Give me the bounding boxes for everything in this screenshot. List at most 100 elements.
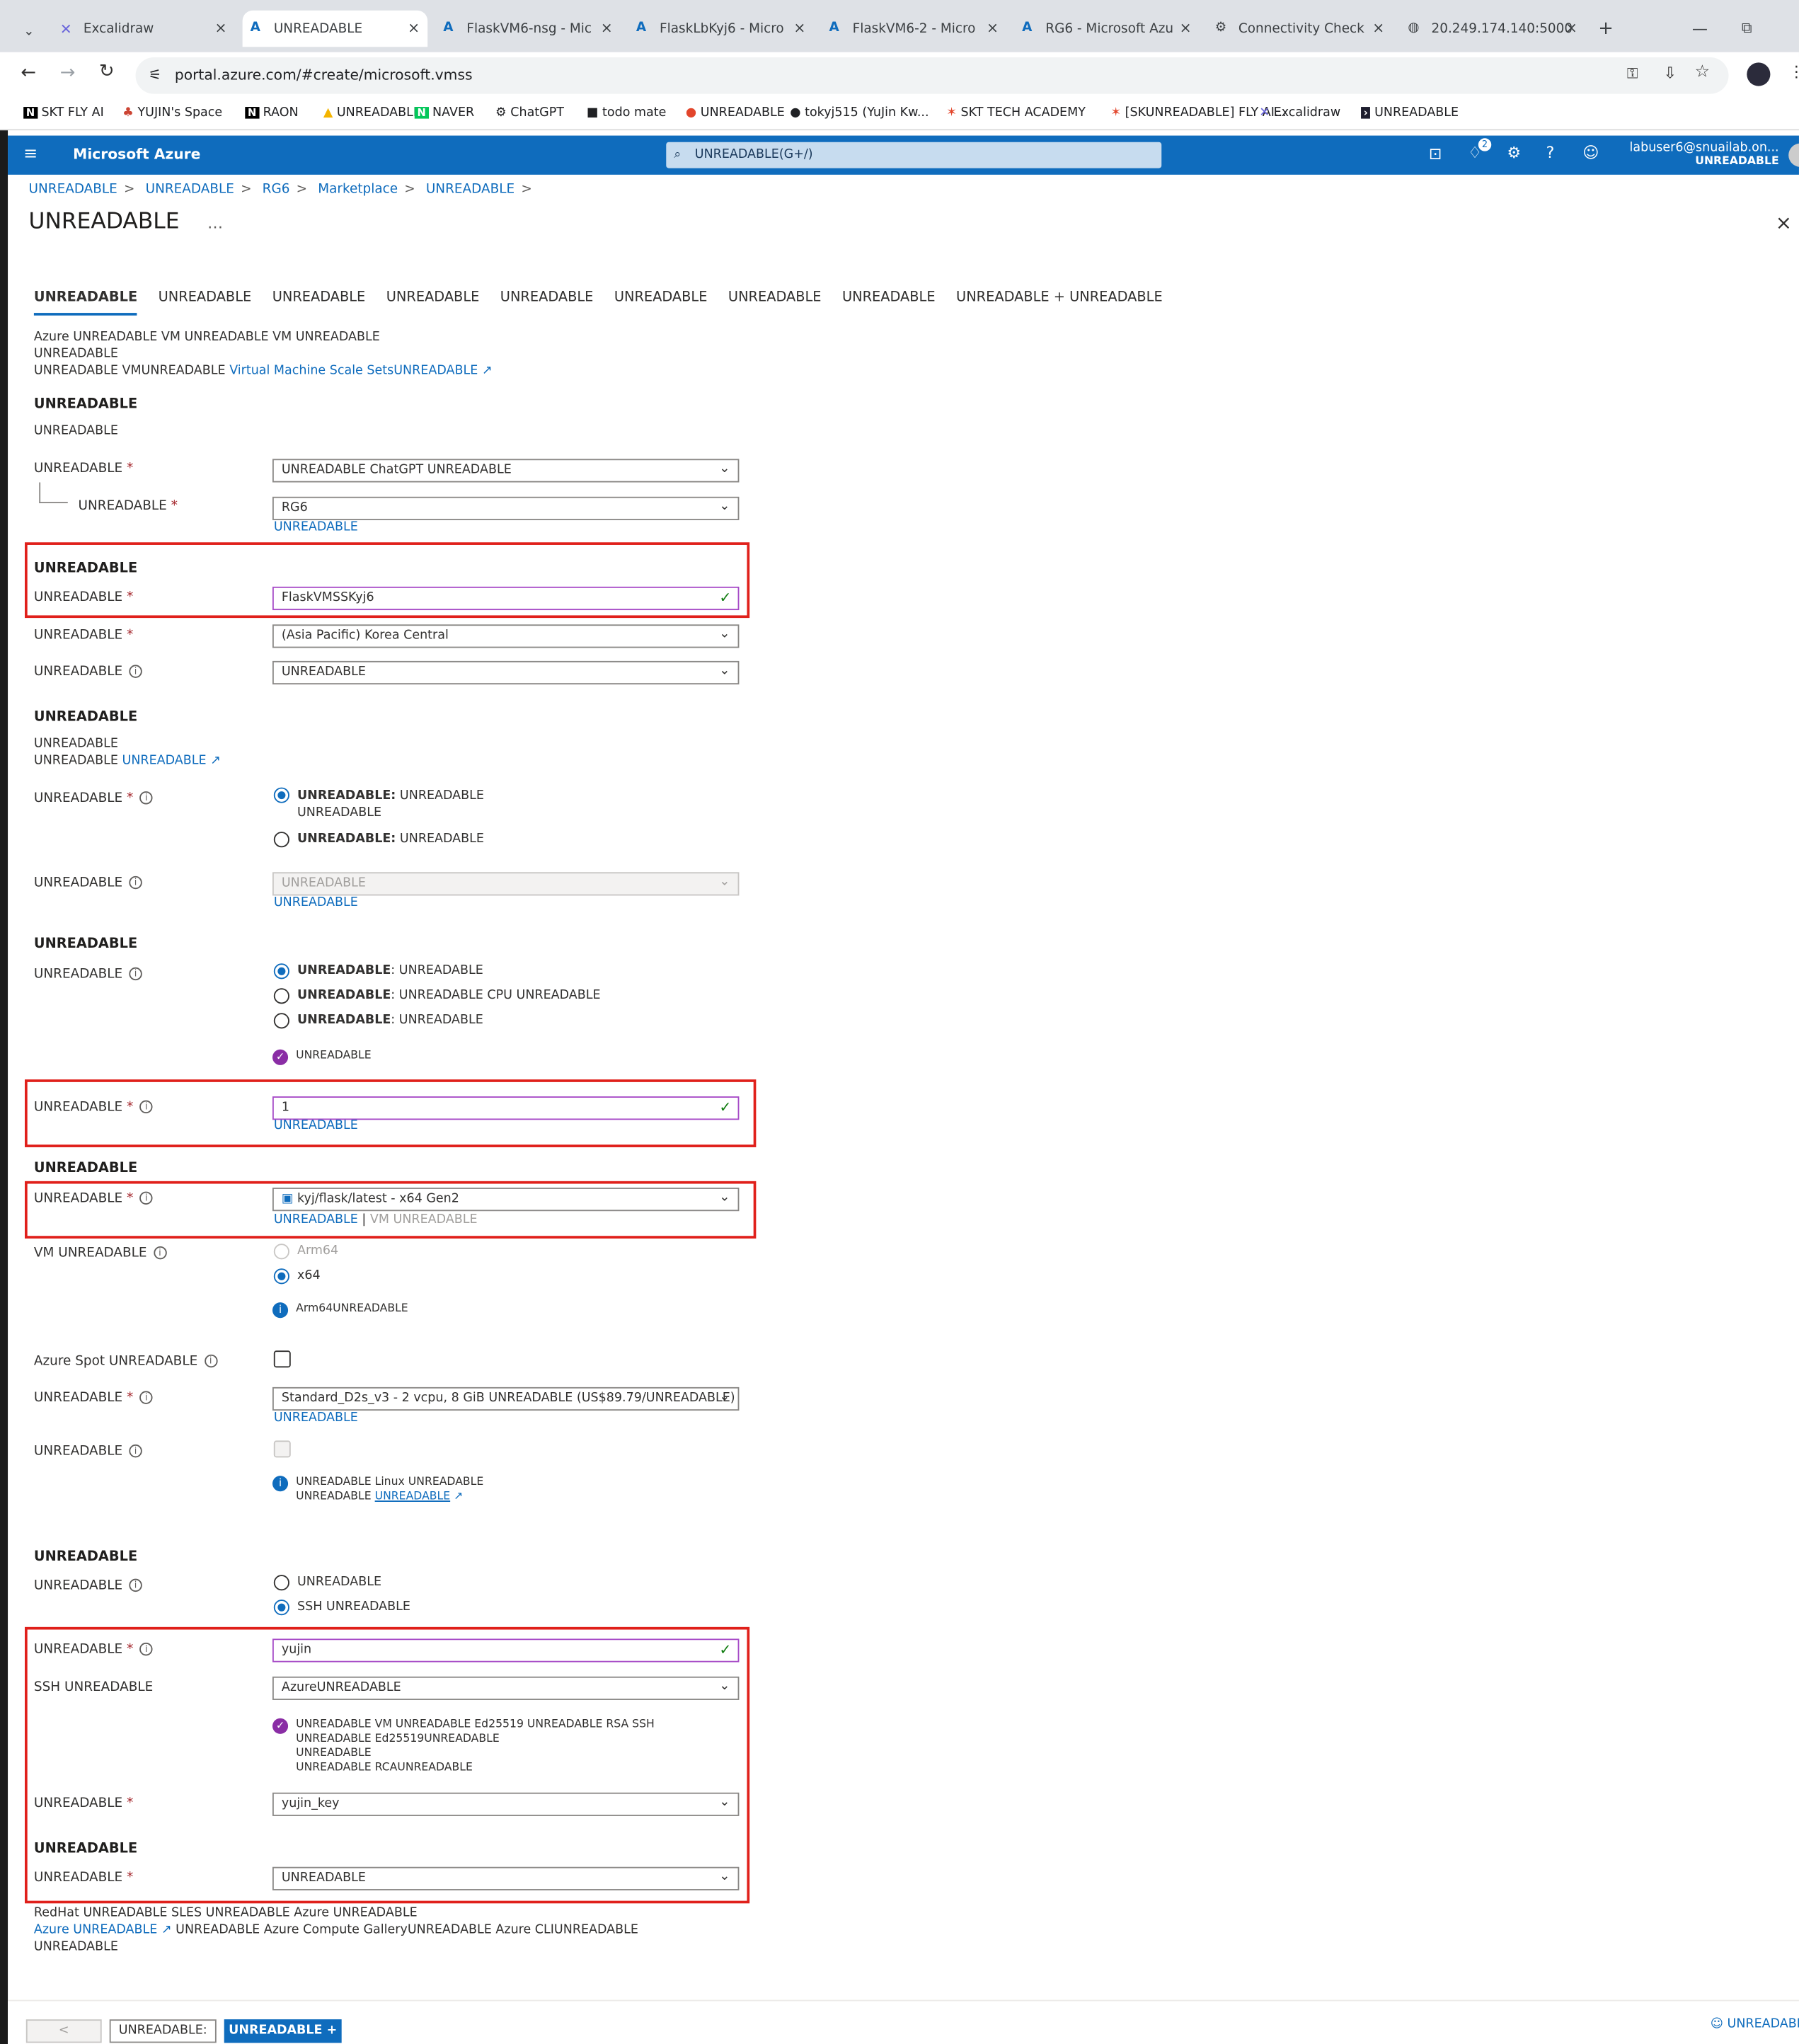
breadcrumb-item[interactable]: UNREADABLE [29,183,117,197]
info-icon[interactable]: i [153,1246,167,1260]
restore-button[interactable]: ⧉ [1734,11,1760,47]
bookmark-item[interactable]: ■ todo mate [587,105,666,120]
bookmark-item[interactable]: ▲ UNREADABLE [323,105,421,120]
feedback-link[interactable]: ☺ UNREADABLE [1711,2017,1799,2031]
close-icon[interactable]: × [1180,20,1192,37]
star-icon[interactable]: ☆ [1695,62,1710,82]
tab-advanced[interactable]: UNREADABLE [728,289,822,316]
info-icon[interactable]: i [129,1444,142,1458]
tab-rg6[interactable]: A RG6 - Microsoft Azu × [1014,11,1200,47]
next-button[interactable]: UNREADABLE: UNREADABLE > [109,2019,217,2043]
tab-spot[interactable]: UNREADABLE [159,289,252,316]
info-icon[interactable]: i [139,791,153,805]
tab-basics[interactable]: UNREADABLE [33,289,138,316]
info-icon[interactable]: i [139,1100,153,1114]
tab-ip[interactable]: ◍ 20.249.174.140:5000 × [1400,11,1585,47]
breadcrumb-item[interactable]: UNREADABLE [426,183,515,197]
tab-tags[interactable]: UNREADABLE [842,289,936,316]
configure-scaling-link[interactable]: UNREADABLE [274,1118,358,1135]
bookmark-item[interactable]: ● UNREADABLE [686,105,785,120]
bookmark-item[interactable]: N RAON [245,105,299,120]
bookmark-item[interactable]: › UNREADABLE [1361,105,1459,120]
forward-icon[interactable]: → [60,62,76,83]
info-icon[interactable]: i [129,1578,142,1592]
info-icon[interactable]: i [139,1391,153,1404]
account-menu[interactable]: labuser6@snuailab.on... UNREADABLE [1630,141,1779,170]
region-select[interactable]: (Asia Pacific) Korea Central ⌄ [272,624,740,648]
close-blade-icon[interactable]: × [1776,211,1792,234]
minimize-button[interactable]: — [1684,11,1711,47]
new-tab-button[interactable]: + [1590,11,1616,47]
tab-excalidraw[interactable]: ✕ Excalidraw × [52,11,235,47]
tab-search-button[interactable]: ⌄ [16,13,45,50]
instance-count-input[interactable]: 1 ✓ [272,1096,740,1120]
cloud-shell-icon[interactable]: ⊡ [1429,144,1442,163]
tab-lb[interactable]: A FlaskLbKyj6 - Micro × [628,11,814,47]
bookmark-item[interactable]: N NAVER [414,105,474,120]
auth-ssh-radio[interactable]: SSH UNREADABLE [273,1600,410,1616]
stored-key-select[interactable]: yujin_key ⌄ [272,1792,740,1816]
learn-more-link[interactable]: UNREADABLE [375,1490,451,1503]
back-icon[interactable]: ← [21,62,36,83]
bookmark-item[interactable]: ⚙ ChatGPT [495,105,564,120]
close-icon[interactable]: × [793,20,805,37]
ssh-key-source-select[interactable]: AzureUNREADABLE ⌄ [272,1676,740,1700]
global-search-input[interactable]: ⌕ UNREADABLE(G+/) [666,142,1162,168]
resource-group-select[interactable]: RG6 ⌄ [272,496,740,520]
configure-vm-generation-link[interactable]: VM UNREADABLE [370,1212,478,1227]
info-icon[interactable]: i [129,875,142,890]
url-input[interactable]: ⚟ portal.azure.com/#create/microsoft.vmss [135,57,1729,94]
bookmark-item[interactable]: ♣ YUJIN's Space [122,105,222,120]
see-all-images-link[interactable]: UNREADABLE [274,1212,358,1227]
spot-checkbox[interactable] [273,1350,291,1368]
tab-vmss-create[interactable]: A UNREADABLE × [242,10,428,47]
info-icon[interactable]: i [139,1642,153,1656]
avatar[interactable] [1788,143,1799,167]
arch-x64-radio[interactable]: x64 [273,1268,321,1285]
tab-disks[interactable]: UNREADABLE [272,289,366,316]
azure-brand[interactable]: Microsoft Azure [73,146,200,163]
auth-password-radio[interactable]: UNREADABLE [273,1575,381,1591]
previous-button[interactable]: < UNREADABLE [25,2019,102,2043]
scaling-none-radio[interactable]: UNREADABLE: UNREADABLE [273,1013,483,1029]
install-icon[interactable]: ⇩ [1663,64,1677,82]
bookmark-item[interactable]: ✶ SKT TECH ACADEMY [946,105,1086,120]
feedback-icon[interactable]: ☺ [1582,144,1599,162]
review-create-button[interactable]: UNREADABLE + UNREADABLE [224,2019,342,2043]
tab-networking[interactable]: UNREADABLE [386,289,480,316]
tab-nsg[interactable]: A FlaskVM6-nsg - Mic × [435,11,621,47]
breadcrumb-item[interactable]: Marketplace [318,183,398,197]
info-icon[interactable]: i [129,665,142,678]
close-icon[interactable]: × [987,20,999,37]
learn-more-link[interactable]: Azure UNREADABLE [34,1923,157,1937]
size-select[interactable]: Standard_D2s_v3 - 2 vcpu, 8 GiB UNREADAB… [272,1386,740,1411]
learn-more-link[interactable]: UNREADABLE [122,754,207,768]
availability-zone-select[interactable]: UNREADABLE ⌄ [272,660,740,685]
scaling-autoscale-radio[interactable]: UNREADABLE: UNREADABLE CPU UNREADABLE [273,988,601,1004]
gear-icon[interactable]: ⚙ [1507,144,1521,162]
tab-review-create[interactable]: UNREADABLE + UNREADABLE [956,289,1163,316]
close-icon[interactable]: × [215,20,227,37]
key-icon[interactable]: ⚿ [1627,65,1638,84]
see-all-sizes-link[interactable]: UNREADABLE [274,1409,358,1426]
menu-icon[interactable]: ⋮ [1788,62,1799,81]
hamburger-icon[interactable]: ≡ [23,144,38,164]
vmss-name-input[interactable]: FlaskVMSSKyj6 ✓ [272,586,740,611]
help-icon[interactable]: ? [1546,144,1555,162]
license-type-select[interactable]: UNREADABLE ⌄ [272,1866,740,1890]
configure-security-link[interactable]: UNREADABLE [274,895,358,912]
close-icon[interactable]: × [1372,20,1384,37]
image-select[interactable]: ▣ kyj/flask/latest - x64 Gen2 ⌄ [272,1188,740,1212]
subscription-select[interactable]: UNREADABLE ChatGPT UNREADABLE ⌄ [272,459,740,483]
more-icon[interactable]: … [207,214,223,232]
tab-connectivity[interactable]: ⚙ Connectivity Check × [1207,11,1393,47]
reload-icon[interactable]: ↻ [99,62,115,82]
orchestration-flexible-radio[interactable]: UNREADABLE: UNREADABLE UNREADABLE [273,787,484,822]
info-icon[interactable]: i [139,1191,153,1205]
tab-management[interactable]: UNREADABLE [500,289,594,316]
bookmark-item[interactable]: N SKT FLY AI [23,105,104,120]
orchestration-uniform-radio[interactable]: UNREADABLE: UNREADABLE [273,832,484,848]
breadcrumb-item[interactable]: UNREADABLE [146,183,234,197]
username-input[interactable]: yujin ✓ [272,1638,740,1663]
site-info-icon[interactable]: ⚟ [149,57,161,94]
